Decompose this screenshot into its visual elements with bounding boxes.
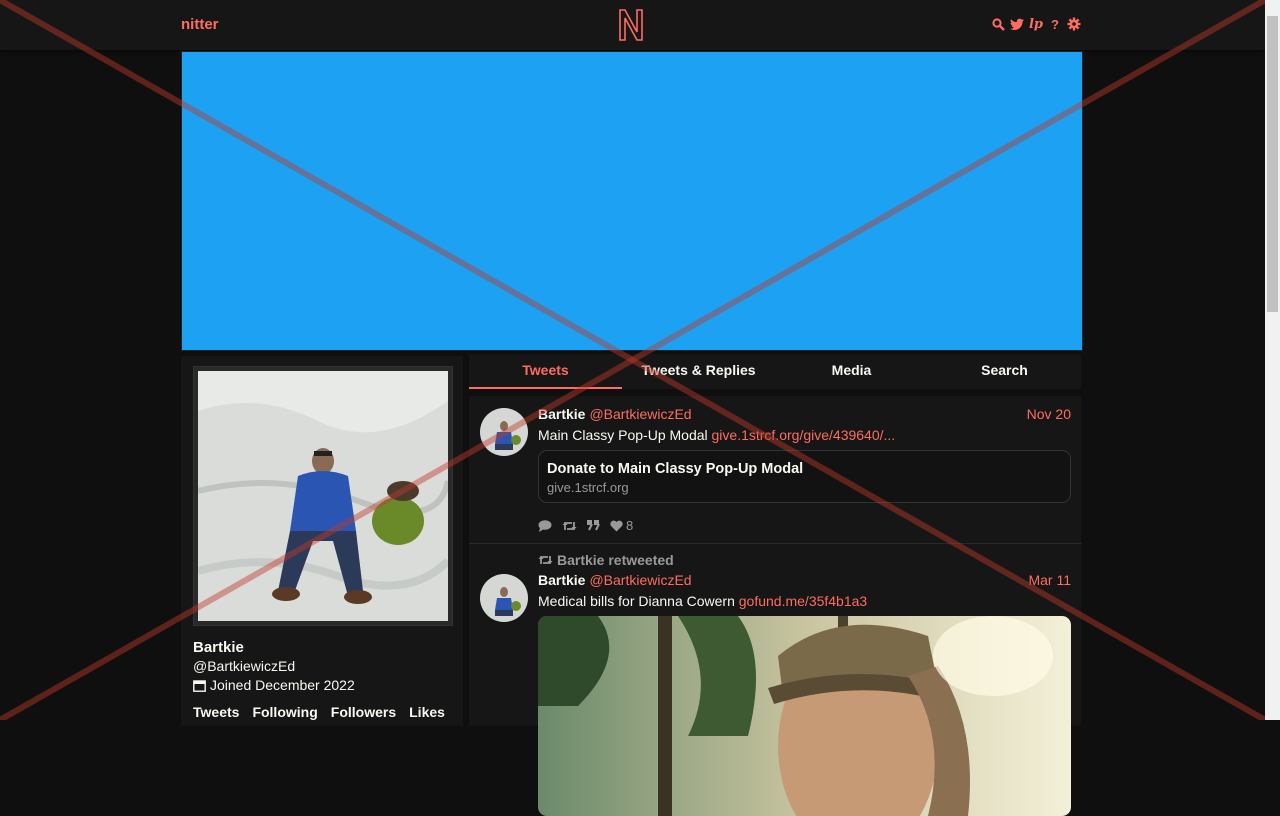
profile-joined: Joined December 2022	[193, 677, 355, 693]
profile-joined-text: Joined December 2022	[210, 677, 355, 693]
tweet-avatar[interactable]	[480, 408, 528, 456]
tweet-author: Bartkie @BartkiewiczEd	[538, 406, 692, 422]
nitter-home-link[interactable]: nitter	[181, 16, 219, 33]
profile-banner[interactable]	[181, 51, 1083, 351]
profile-card: Bartkie @BartkiewiczEd Joined December 2…	[181, 356, 463, 726]
profile-handle[interactable]: @BartkiewiczEd	[193, 658, 295, 674]
link-card[interactable]: Donate to Main Classy Pop-Up Modal give.…	[538, 450, 1071, 503]
heart-icon	[610, 520, 623, 531]
stat-followers[interactable]: Followers	[331, 704, 396, 720]
tweet-text-body: Main Classy Pop-Up Modal	[538, 427, 712, 443]
profile-name[interactable]: Bartkie	[193, 639, 244, 656]
tweet-photo[interactable]	[538, 616, 1071, 816]
like-stat[interactable]: 8	[610, 518, 633, 533]
tab-tweets-replies[interactable]: Tweets & Replies	[622, 354, 775, 389]
tweet-text: Main Classy Pop-Up Modal give.1strcf.org…	[538, 427, 895, 443]
tweet-item[interactable]: Bartkie retweeted Bartkie @BartkiewiczEd …	[469, 544, 1081, 816]
stat-likes[interactable]: Likes	[409, 704, 445, 720]
lp-icon[interactable]: lp	[1029, 16, 1043, 32]
tweet-link[interactable]: give.1strcf.org/give/439640/...	[712, 427, 896, 443]
tweet-stats: 8	[538, 518, 633, 533]
profile-stats: Tweets Following Followers Likes	[193, 704, 445, 720]
tweet-link[interactable]: gofund.me/35f4b1a3	[739, 593, 867, 609]
tab-media[interactable]: Media	[775, 354, 928, 389]
nitter-logo-icon[interactable]	[617, 8, 645, 42]
search-icon[interactable]	[991, 16, 1005, 32]
retweet-header-text[interactable]: Bartkie retweeted	[557, 552, 674, 568]
retweet-icon	[538, 556, 553, 564]
tweet-author-name[interactable]: Bartkie	[538, 406, 585, 422]
scrollbar-thumb[interactable]	[1267, 16, 1278, 312]
stat-tweets[interactable]: Tweets	[193, 704, 239, 720]
tweet-author-handle[interactable]: @BartkiewiczEd	[589, 572, 691, 588]
like-count: 8	[626, 518, 634, 533]
tweet-avatar[interactable]	[480, 574, 528, 622]
tweet-author-name[interactable]: Bartkie	[538, 572, 585, 588]
tweet-text: Medical bills for Dianna Cowern gofund.m…	[538, 593, 867, 609]
retweet-icon[interactable]	[562, 520, 577, 532]
tweet-date[interactable]: Mar 11	[1028, 572, 1071, 588]
tweet-date[interactable]: Nov 20	[1027, 406, 1071, 422]
calendar-icon	[193, 679, 206, 692]
navbar: nitter lp ?	[0, 0, 1265, 50]
help-icon[interactable]: ?	[1048, 16, 1062, 32]
gear-icon[interactable]	[1067, 16, 1081, 32]
tab-search[interactable]: Search	[928, 354, 1081, 389]
profile-avatar[interactable]	[193, 366, 453, 626]
tweet-item[interactable]: Bartkie @BartkiewiczEd Nov 20 Main Classy…	[469, 396, 1081, 544]
tweet-author: Bartkie @BartkiewiczEd	[538, 572, 692, 588]
tweet-text-body: Medical bills for Dianna Cowern	[538, 593, 739, 609]
quote-icon[interactable]	[587, 520, 600, 531]
reply-icon[interactable]	[538, 519, 552, 532]
timeline: Bartkie @BartkiewiczEd Nov 20 Main Classy…	[469, 396, 1081, 816]
retweet-header: Bartkie retweeted	[538, 552, 674, 568]
stat-following[interactable]: Following	[252, 704, 317, 720]
tab-tweets[interactable]: Tweets	[469, 354, 622, 389]
card-destination: give.1strcf.org	[547, 480, 629, 495]
card-title: Donate to Main Classy Pop-Up Modal	[547, 461, 804, 477]
timeline-tabs: Tweets Tweets & Replies Media Search	[469, 354, 1081, 389]
nav-icons: lp ?	[991, 16, 1081, 32]
tweet-author-handle[interactable]: @BartkiewiczEd	[589, 406, 691, 422]
twitter-bird-icon[interactable]	[1010, 16, 1024, 32]
profile-photo	[198, 371, 448, 621]
page-scrollbar[interactable]	[1265, 0, 1280, 720]
